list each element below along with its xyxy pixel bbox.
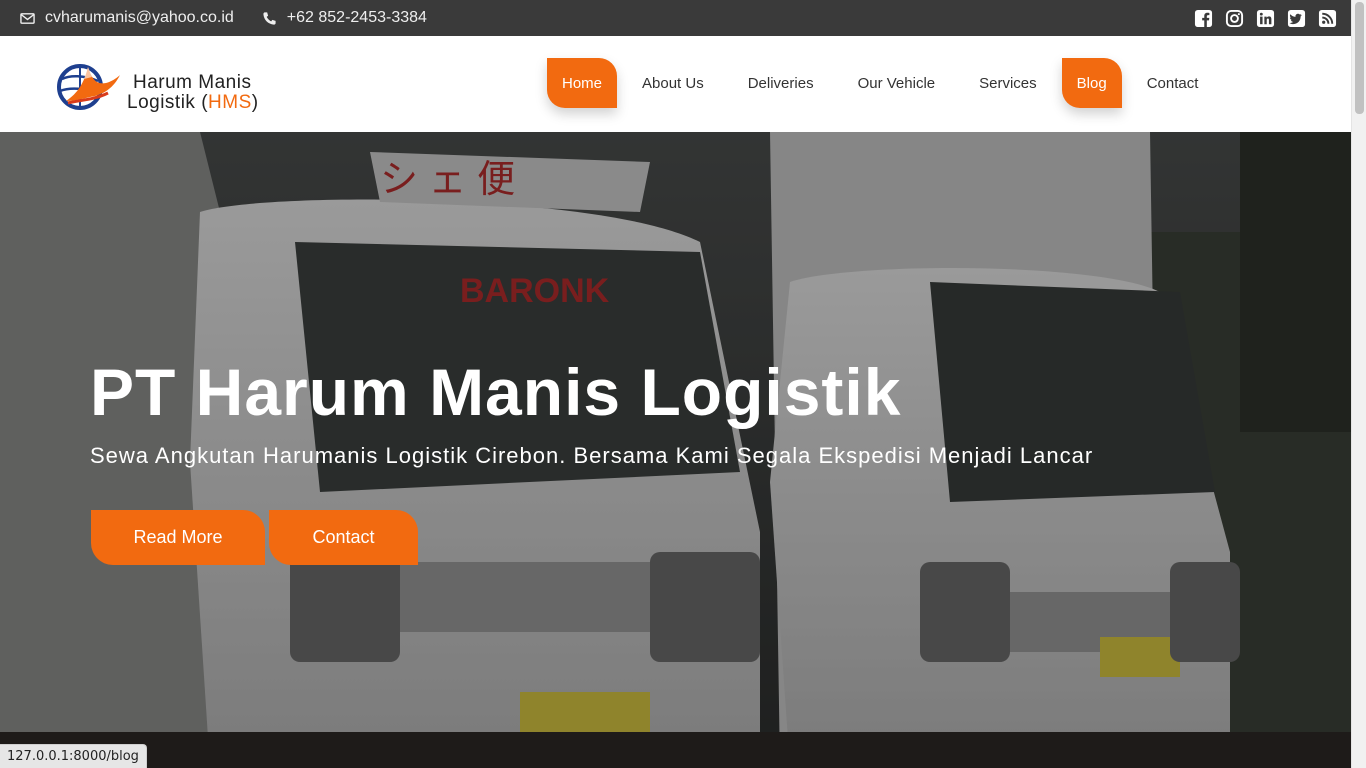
instagram-icon[interactable]: [1225, 9, 1244, 28]
logo-name-line1: Harum Manis: [133, 72, 252, 93]
phone-item[interactable]: +62 852-2453-3384: [262, 9, 427, 27]
site-logo[interactable]: Harum Manis Logistik (HMS): [54, 57, 294, 113]
hero-title: PT Harum Manis Logistik: [90, 355, 902, 429]
logo-line2-suffix: ): [251, 92, 259, 113]
top-bar: cvharumanis@yahoo.co.id +62 852-2453-338…: [0, 0, 1351, 36]
twitter-icon[interactable]: [1287, 9, 1306, 28]
envelope-icon: [20, 12, 35, 24]
hero-subtitle: Sewa Angkutan Harumanis Logistik Cirebon…: [90, 443, 1094, 468]
social-links: [1194, 0, 1337, 36]
read-more-button[interactable]: Read More: [91, 510, 265, 565]
link-status-bar: 127.0.0.1:8000/blog: [0, 744, 147, 768]
linkedin-icon[interactable]: [1256, 9, 1275, 28]
nav-blog[interactable]: Blog: [1061, 58, 1122, 108]
nav-home[interactable]: Home: [547, 58, 618, 108]
hero-section: BARONK シ ェ 便 PT Harum Manis Logistik Sew…: [0, 132, 1351, 768]
nav-contact[interactable]: Contact: [1128, 58, 1218, 108]
nav-services[interactable]: Services: [960, 58, 1056, 108]
nav-about-us[interactable]: About Us: [623, 58, 723, 108]
phone-text: +62 852-2453-3384: [286, 9, 427, 26]
logo-hms-accent: HMS: [208, 92, 252, 113]
contact-info: cvharumanis@yahoo.co.id +62 852-2453-338…: [20, 0, 427, 36]
logo-mark-icon: [57, 64, 120, 110]
nav-deliveries[interactable]: Deliveries: [729, 58, 833, 108]
email-text: cvharumanis@yahoo.co.id: [45, 9, 234, 26]
site-header: Harum Manis Logistik (HMS) Home About Us…: [0, 36, 1351, 132]
page-scrollbar[interactable]: [1351, 0, 1366, 768]
logo-name-line2: Logistik (HMS): [127, 92, 259, 114]
facebook-icon[interactable]: [1194, 9, 1213, 28]
rss-icon[interactable]: [1318, 9, 1337, 28]
email-item[interactable]: cvharumanis@yahoo.co.id: [20, 9, 234, 27]
nav-our-vehicle[interactable]: Our Vehicle: [839, 58, 955, 108]
logo-line2-prefix: Logistik (: [127, 92, 209, 113]
phone-icon: [263, 11, 276, 25]
scrollbar-thumb[interactable]: [1355, 2, 1364, 114]
contact-button[interactable]: Contact: [269, 510, 418, 565]
main-nav: Home About Us Deliveries Our Vehicle Ser…: [547, 58, 1223, 108]
